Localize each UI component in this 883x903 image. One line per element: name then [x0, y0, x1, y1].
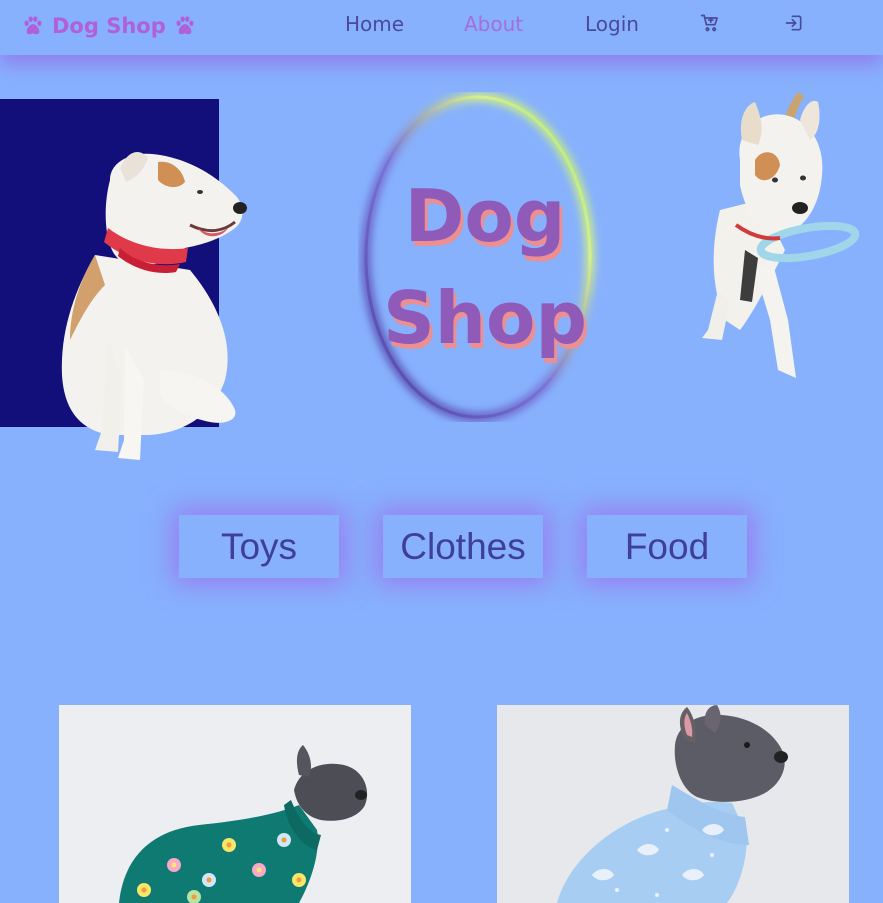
- brand-logo[interactable]: Dog Shop: [22, 11, 196, 41]
- hero-title-line1: Dog: [404, 174, 566, 258]
- product-card-green-pajama[interactable]: [59, 705, 411, 903]
- cart-icon[interactable]: [700, 13, 720, 33]
- food-button[interactable]: Food: [587, 515, 747, 578]
- dog-blue-sweater-image: [497, 705, 849, 903]
- paw-icon: [24, 16, 42, 35]
- nav-home-link[interactable]: Home: [345, 12, 404, 36]
- nav-login-link[interactable]: Login: [585, 12, 639, 36]
- clothes-button[interactable]: Clothes: [383, 515, 543, 578]
- product-card-blue-sweater[interactable]: [497, 705, 849, 903]
- dog-sitting-image: [61, 152, 247, 460]
- nav-about-link[interactable]: About: [464, 12, 523, 36]
- hero-title-line2: Shop: [382, 276, 588, 360]
- hero-title: Dog Shop: [360, 165, 610, 369]
- dog-running-image: [702, 92, 860, 378]
- login-icon[interactable]: [784, 13, 804, 33]
- paw-icon: [176, 16, 194, 35]
- dog-green-pajama-image: [59, 705, 411, 903]
- brand-name: Dog Shop: [52, 14, 166, 38]
- toys-button[interactable]: Toys: [179, 515, 339, 578]
- navbar: Dog Shop Home About Login: [0, 0, 883, 55]
